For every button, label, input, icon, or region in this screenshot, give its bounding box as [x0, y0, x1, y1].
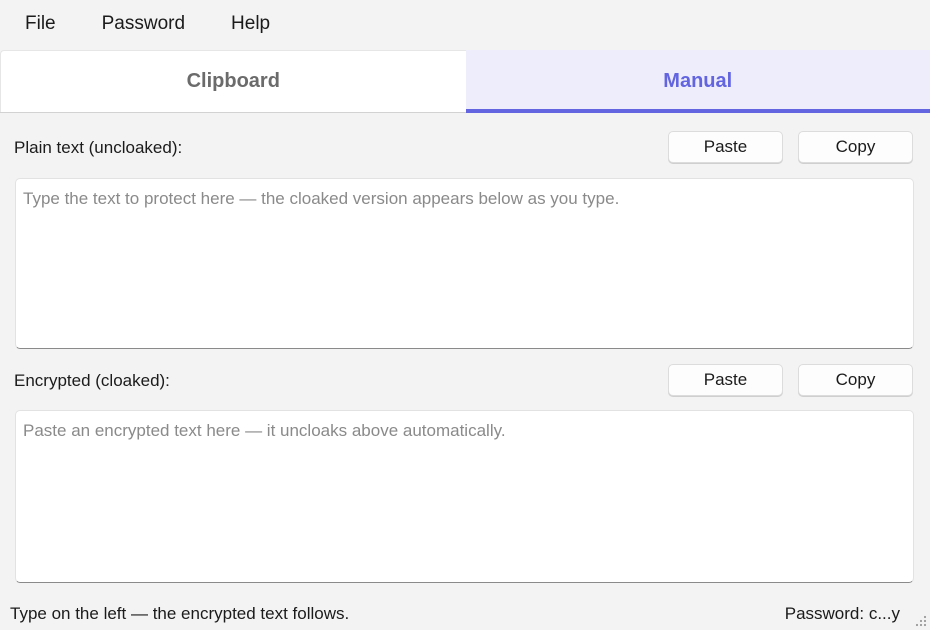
encrypted-paste-button[interactable]: Paste	[668, 364, 783, 396]
tab-clipboard[interactable]: Clipboard	[0, 50, 466, 112]
plain-text-input[interactable]	[15, 178, 914, 349]
tab-bar: Clipboard Manual	[0, 50, 930, 113]
encrypted-text-input[interactable]	[15, 410, 914, 583]
plain-copy-button[interactable]: Copy	[798, 131, 913, 163]
resize-grip-icon[interactable]	[915, 615, 927, 627]
status-message: Type on the left — the encrypted text fo…	[10, 604, 350, 623]
menu-file[interactable]: File	[10, 9, 71, 39]
menu-bar: File Password Help	[0, 0, 930, 48]
menu-help[interactable]: Help	[216, 9, 285, 39]
encrypted-text-label: Encrypted (cloaked):	[14, 371, 170, 390]
status-password: Password: c...y	[784, 604, 900, 623]
menu-password[interactable]: Password	[87, 9, 200, 39]
tab-manual[interactable]: Manual	[465, 50, 930, 113]
plain-text-label: Plain text (uncloaked):	[14, 138, 183, 157]
encrypted-copy-button[interactable]: Copy	[798, 364, 913, 396]
plain-paste-button[interactable]: Paste	[668, 131, 783, 163]
